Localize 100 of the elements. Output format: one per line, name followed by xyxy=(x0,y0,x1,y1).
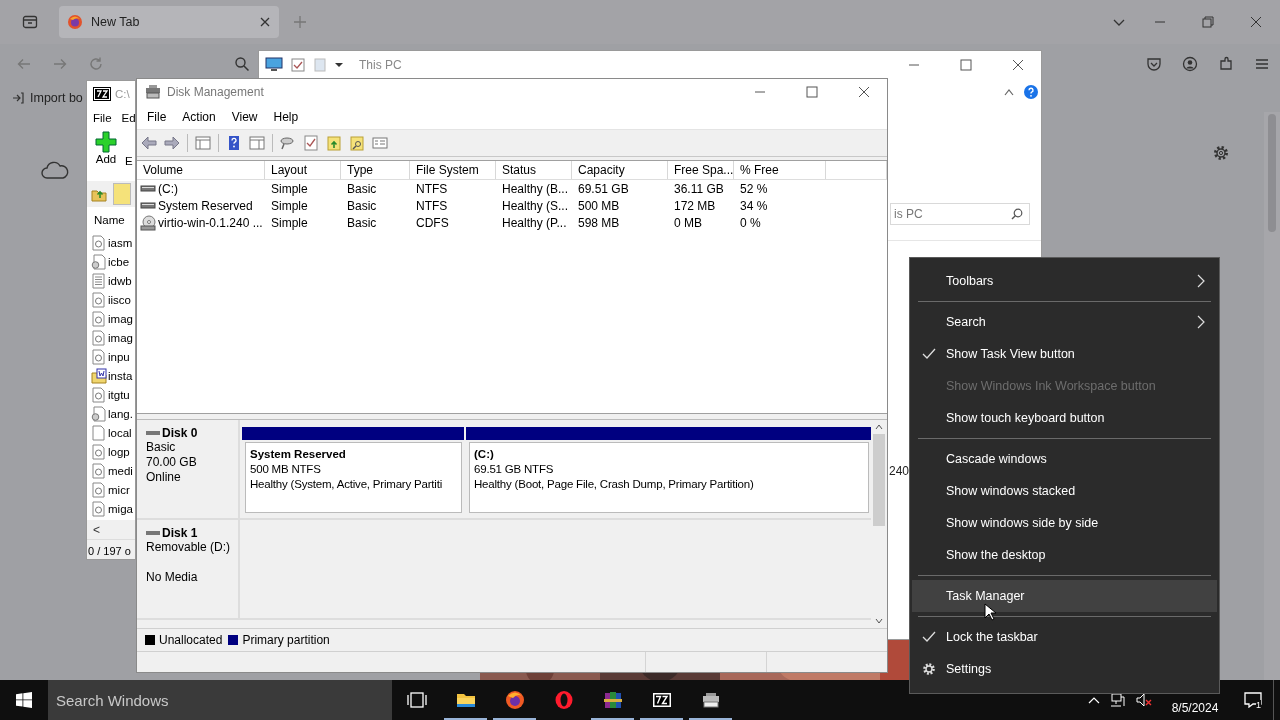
search-field[interactable]: is PC xyxy=(890,203,1030,225)
disk-type: Removable (D:) xyxy=(146,540,232,555)
partition-panel[interactable]: System Reserved 500 MB NTFS Healthy (System, Active, Primary Partiti xyxy=(245,442,462,513)
app-icon xyxy=(145,84,161,100)
checklist-icon[interactable] xyxy=(303,135,319,151)
properties-icon[interactable] xyxy=(291,58,305,72)
column-header[interactable]: Free Spa... xyxy=(668,161,734,179)
file-name[interactable]: icbe xyxy=(108,255,130,268)
menu-icon[interactable] xyxy=(1254,56,1270,72)
cloud-icon xyxy=(40,160,70,180)
scroll-down-icon[interactable] xyxy=(875,618,883,624)
file-name[interactable]: insta xyxy=(108,369,133,382)
table-cell-text: NTFS xyxy=(415,181,449,196)
menu-item[interactable]: Lock the taskbar xyxy=(912,621,1217,653)
settings-icon[interactable] xyxy=(1212,144,1230,162)
menu-item[interactable]: Ed xyxy=(121,112,135,124)
file-name[interactable]: medi xyxy=(108,464,133,477)
file-name[interactable]: logp xyxy=(108,445,130,458)
account-icon[interactable] xyxy=(1182,56,1198,72)
menu-item[interactable]: File xyxy=(93,112,112,124)
file-name[interactable]: iasm xyxy=(108,236,133,249)
file-icon xyxy=(91,424,107,441)
folder-search-icon[interactable] xyxy=(349,135,365,151)
back-icon[interactable] xyxy=(141,135,157,151)
menu-item[interactable]: Action xyxy=(182,110,216,124)
table-cell-text: Healthy (B... xyxy=(501,181,570,196)
file-name[interactable]: iisco xyxy=(108,293,131,306)
file-name[interactable]: idwb xyxy=(108,274,132,287)
table-cell-text: Simple xyxy=(270,215,309,230)
menu-item[interactable]: Settings xyxy=(912,653,1217,685)
menu-item[interactable]: Show the desktop xyxy=(912,539,1217,571)
menu-item[interactable]: Help xyxy=(273,110,299,124)
close-icon[interactable] xyxy=(1012,59,1024,71)
file-name[interactable]: miga xyxy=(108,502,133,515)
forward-icon[interactable] xyxy=(164,135,180,151)
menu-item[interactable]: Toolbars xyxy=(912,265,1217,297)
file-name[interactable]: micr xyxy=(108,483,130,496)
scrollbar[interactable] xyxy=(1264,112,1280,680)
scroll-up-icon[interactable] xyxy=(875,424,883,430)
menu-item[interactable]: Show Task View button xyxy=(912,338,1217,370)
disk-status: Online xyxy=(146,470,182,485)
table-cell-text: 0 % xyxy=(739,215,762,230)
toolbar-button[interactable]: E xyxy=(125,129,133,167)
menu-item[interactable]: File xyxy=(147,110,167,124)
opera-icon xyxy=(553,690,574,710)
file-name[interactable]: imag xyxy=(108,312,133,325)
column-header[interactable]: Volume xyxy=(137,161,265,179)
file-name[interactable]: imag xyxy=(108,331,133,344)
file-name[interactable]: lang. xyxy=(108,407,133,420)
folder-up-icon[interactable] xyxy=(326,135,342,151)
caret-icon[interactable] xyxy=(335,62,343,68)
menu-item[interactable]: Task Manager xyxy=(912,580,1217,612)
console-tree-icon[interactable] xyxy=(195,135,211,151)
menu-item[interactable]: Cascade windows xyxy=(912,443,1217,475)
file-name[interactable]: inpu xyxy=(108,350,130,363)
bookmark-link[interactable]: Import bo xyxy=(12,91,83,105)
column-header[interactable]: Type xyxy=(341,161,410,179)
column-header[interactable]: Layout xyxy=(265,161,341,179)
menu-item[interactable]: View xyxy=(231,110,258,124)
action-pane-icon[interactable] xyxy=(249,135,265,151)
file-name[interactable]: local xyxy=(108,426,132,439)
network-icon[interactable] xyxy=(1110,692,1126,708)
tab-list-icon[interactable] xyxy=(22,14,38,30)
column-header[interactable]: % Free xyxy=(734,161,826,179)
help-icon[interactable] xyxy=(1024,85,1038,99)
column-header[interactable]: Capacity xyxy=(572,161,668,179)
maximize-icon[interactable] xyxy=(960,59,972,71)
start-icon[interactable] xyxy=(16,692,32,708)
search-icon[interactable] xyxy=(234,56,250,72)
search-field[interactable]: Search Windows xyxy=(48,680,392,720)
file-icon xyxy=(91,386,107,403)
extensions-icon[interactable] xyxy=(1218,56,1234,72)
menu-item[interactable]: Show touch keyboard button xyxy=(912,402,1217,434)
menu-item[interactable]: Show windows side by side xyxy=(912,507,1217,539)
column-header[interactable]: Name xyxy=(87,207,135,233)
status-text: 0 / 197 o xyxy=(87,539,135,559)
help-icon[interactable] xyxy=(226,135,242,151)
table-cell-text: Basic xyxy=(346,181,378,196)
partition-panel[interactable]: (C:) 69.51 GB NTFS Healthy (Boot, Page File, Crash Dump, Primary Partition) xyxy=(469,442,869,513)
legend-label: Unallocated xyxy=(159,633,223,647)
menu-item[interactable]: Show windows stacked xyxy=(912,475,1217,507)
column-header[interactable]: File System xyxy=(410,161,496,179)
menu-item[interactable]: Search xyxy=(912,306,1217,338)
restore-icon[interactable] xyxy=(1202,16,1214,28)
notification-button[interactable]: 1 xyxy=(1233,680,1273,720)
disk-drive-icon xyxy=(700,690,721,710)
close-icon[interactable] xyxy=(858,86,870,98)
pocket-icon[interactable] xyxy=(1146,56,1162,72)
maximize-icon[interactable] xyxy=(806,86,818,98)
close-icon[interactable] xyxy=(1250,16,1262,28)
path-field[interactable] xyxy=(113,183,131,205)
column-header[interactable]: Status xyxy=(496,161,572,179)
disk-size: 70.00 GB xyxy=(146,455,198,470)
table-cell-text: 500 MB xyxy=(577,198,621,213)
disk-name: Disk 0 xyxy=(162,426,198,440)
file-name[interactable]: itgtu xyxy=(108,388,130,401)
browser-tab[interactable]: New Tab xyxy=(59,6,279,38)
volume-muted-icon[interactable] xyxy=(1136,692,1152,708)
connect-icon[interactable] xyxy=(280,135,296,151)
close-icon[interactable] xyxy=(259,16,271,28)
